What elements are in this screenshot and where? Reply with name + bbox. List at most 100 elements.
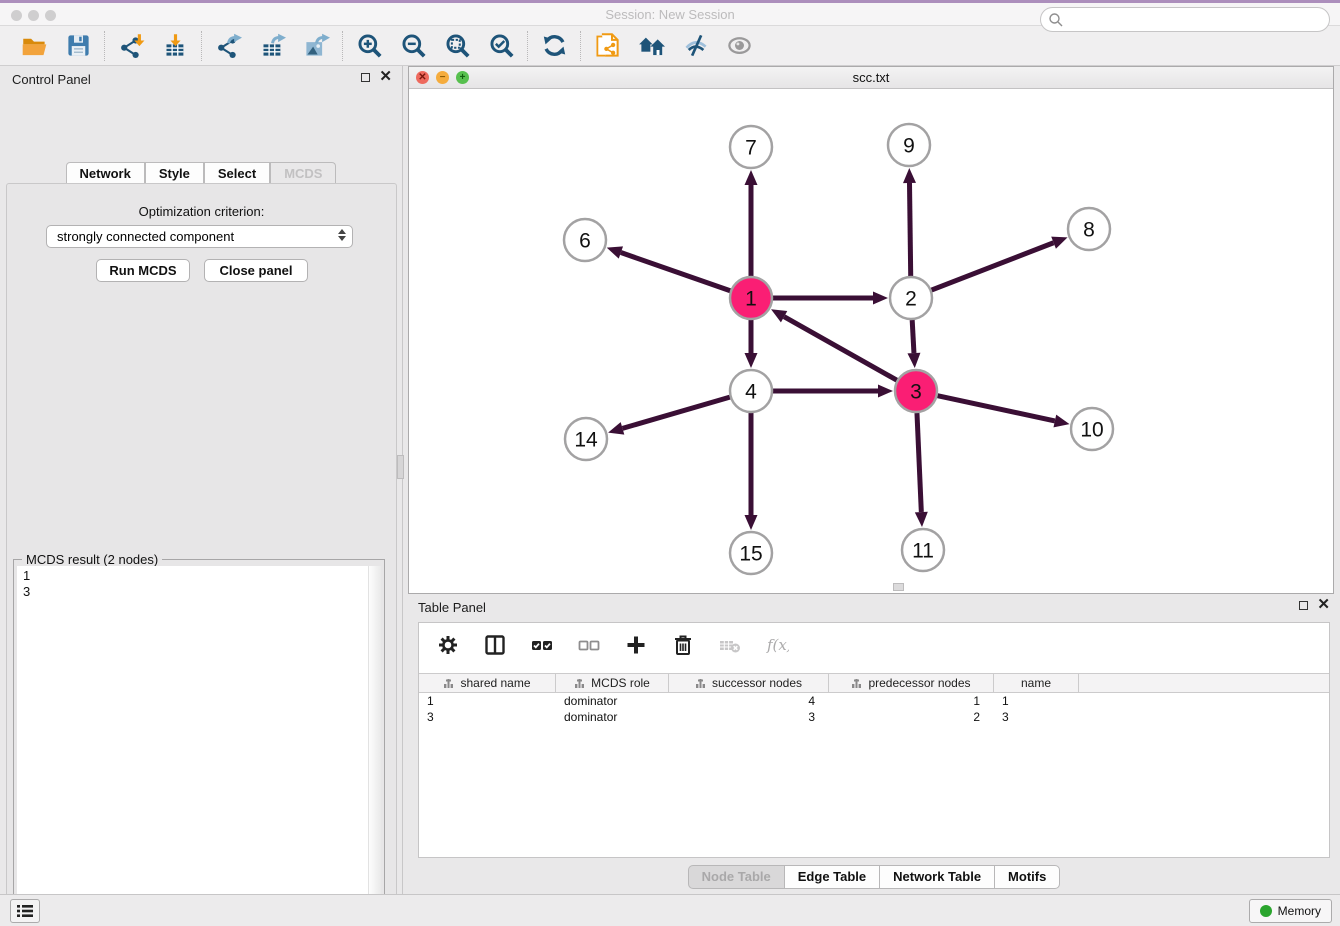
table-row[interactable]: 3dominator323: [419, 709, 1329, 725]
graph-node-10[interactable]: 10: [1071, 408, 1113, 450]
import-network-button[interactable]: [116, 31, 146, 61]
network-canvas[interactable]: 7 9 6 8 1 2 4 3 14 10 15 11: [409, 89, 1333, 593]
export-network-button[interactable]: [213, 31, 243, 61]
table-cell[interactable]: 3: [669, 709, 829, 725]
mcds-result-scrollbar[interactable]: [368, 566, 381, 926]
svg-text:f(x): f(x): [766, 636, 789, 654]
network-hscrollbar-thumb[interactable]: [893, 583, 904, 591]
graph-node-4[interactable]: 4: [730, 370, 772, 412]
graph-edge-arrowhead: [608, 422, 624, 434]
import-table-button[interactable]: [160, 31, 190, 61]
zoom-in-button[interactable]: [354, 31, 384, 61]
save-button[interactable]: [63, 31, 93, 61]
table-tabs: Node TableEdge TableNetwork TableMotifs: [408, 865, 1340, 889]
network-window-titlebar[interactable]: ✕ − + scc.txt: [409, 67, 1333, 89]
criterion-select[interactable]: strongly connected component: [46, 225, 353, 248]
graph-edge-arrowhead: [903, 168, 916, 183]
graph-node-7[interactable]: 7: [730, 126, 772, 168]
graph-node-9[interactable]: 9: [888, 124, 930, 166]
graph-node-2[interactable]: 2: [890, 277, 932, 319]
gear-icon: [436, 633, 460, 657]
graph-node-15[interactable]: 15: [730, 532, 772, 574]
refresh-button[interactable]: [539, 31, 569, 61]
deselect-checks-button[interactable]: [576, 632, 602, 658]
eye-button[interactable]: [724, 31, 754, 61]
export-table-button[interactable]: [257, 31, 287, 61]
graph-node-14[interactable]: 14: [565, 418, 607, 460]
network-from-file-icon: [594, 32, 621, 59]
graph-edge-2-9[interactable]: [909, 183, 910, 276]
graph-edge-arrowhead: [873, 292, 888, 305]
select-all-checks-button[interactable]: [529, 632, 555, 658]
criterion-value: strongly connected component: [57, 229, 234, 244]
graph-edge-3-10[interactable]: [938, 396, 1055, 421]
graph-edge-1-6[interactable]: [621, 253, 730, 291]
node-table: shared nameMCDS rolesuccessor nodesprede…: [419, 673, 1329, 725]
graph-edge-2-3[interactable]: [912, 320, 914, 353]
column-header-MCDS-role[interactable]: MCDS role: [556, 674, 669, 692]
graph-node-6[interactable]: 6: [564, 219, 606, 261]
tab-motifs[interactable]: Motifs: [994, 865, 1060, 889]
graph-node-11[interactable]: 11: [902, 529, 944, 571]
zoom-out-button[interactable]: [398, 31, 428, 61]
open-folder-button[interactable]: [19, 31, 49, 61]
graph-node-1[interactable]: 1: [730, 277, 772, 319]
show-hide-button[interactable]: [680, 31, 710, 61]
tab-style[interactable]: Style: [145, 162, 204, 185]
run-mcds-button[interactable]: Run MCDS: [96, 259, 190, 282]
column-header-predecessor-nodes[interactable]: predecessor nodes: [829, 674, 994, 692]
gear-button[interactable]: [435, 632, 461, 658]
network-from-file-button[interactable]: [592, 31, 622, 61]
memory-label: Memory: [1278, 904, 1321, 918]
add-column-button[interactable]: [623, 632, 649, 658]
table-cell[interactable]: dominator: [556, 693, 669, 709]
tab-edge-table[interactable]: Edge Table: [784, 865, 879, 889]
table-cell[interactable]: 3: [419, 709, 556, 725]
float-table-panel-icon[interactable]: [1299, 601, 1308, 610]
tab-node-table[interactable]: Node Table: [688, 865, 784, 889]
graph-edge-arrowhead: [907, 353, 920, 368]
graph-edge-arrowhead: [1053, 415, 1069, 428]
table-cell[interactable]: 1: [994, 693, 1079, 709]
graph-edge-2-8[interactable]: [932, 243, 1054, 290]
zoom-in-icon: [356, 32, 383, 59]
graph-node-8[interactable]: 8: [1068, 208, 1110, 250]
close-panel-icon[interactable]: ✕: [379, 71, 392, 83]
search-input[interactable]: [1040, 7, 1330, 32]
import-table-icon: [162, 32, 189, 59]
home-button[interactable]: [636, 31, 666, 61]
memory-button[interactable]: Memory: [1249, 899, 1332, 923]
task-history-button[interactable]: [10, 899, 40, 923]
table-cell[interactable]: 2: [829, 709, 994, 725]
graph-edge-3-1[interactable]: [784, 317, 897, 381]
table-row[interactable]: 1dominator411: [419, 693, 1329, 709]
table-cell[interactable]: 1: [829, 693, 994, 709]
close-table-panel-icon[interactable]: ✕: [1317, 599, 1330, 611]
column-header-shared-name[interactable]: shared name: [419, 674, 556, 692]
svg-text:11: 11: [912, 540, 934, 563]
table-cell[interactable]: 1: [419, 693, 556, 709]
graph-node-3[interactable]: 3: [895, 370, 937, 412]
tab-network-table[interactable]: Network Table: [879, 865, 994, 889]
panel-splitter-handle[interactable]: [397, 455, 404, 479]
table-cell[interactable]: dominator: [556, 709, 669, 725]
float-panel-icon[interactable]: [361, 73, 370, 82]
export-image-button[interactable]: [301, 31, 331, 61]
zoom-selected-button[interactable]: [486, 31, 516, 61]
column-header-successor-nodes[interactable]: successor nodes: [669, 674, 829, 692]
tab-select[interactable]: Select: [204, 162, 270, 185]
column-header-name[interactable]: name: [994, 674, 1079, 692]
table-cell[interactable]: 4: [669, 693, 829, 709]
split-columns-button[interactable]: [482, 632, 508, 658]
add-column-icon: [624, 633, 648, 657]
zoom-fit-button[interactable]: [442, 31, 472, 61]
delete-rows-button[interactable]: [670, 632, 696, 658]
graph-edge-4-14[interactable]: [622, 397, 729, 428]
mcds-result-text[interactable]: 1 3: [17, 566, 368, 926]
tab-network[interactable]: Network: [66, 162, 145, 185]
table-cell[interactable]: 3: [994, 709, 1079, 725]
graph-edge-3-11[interactable]: [917, 413, 921, 512]
close-panel-button[interactable]: Close panel: [204, 259, 308, 282]
tab-mcds[interactable]: MCDS: [270, 162, 336, 185]
deselect-checks-icon: [577, 633, 601, 657]
